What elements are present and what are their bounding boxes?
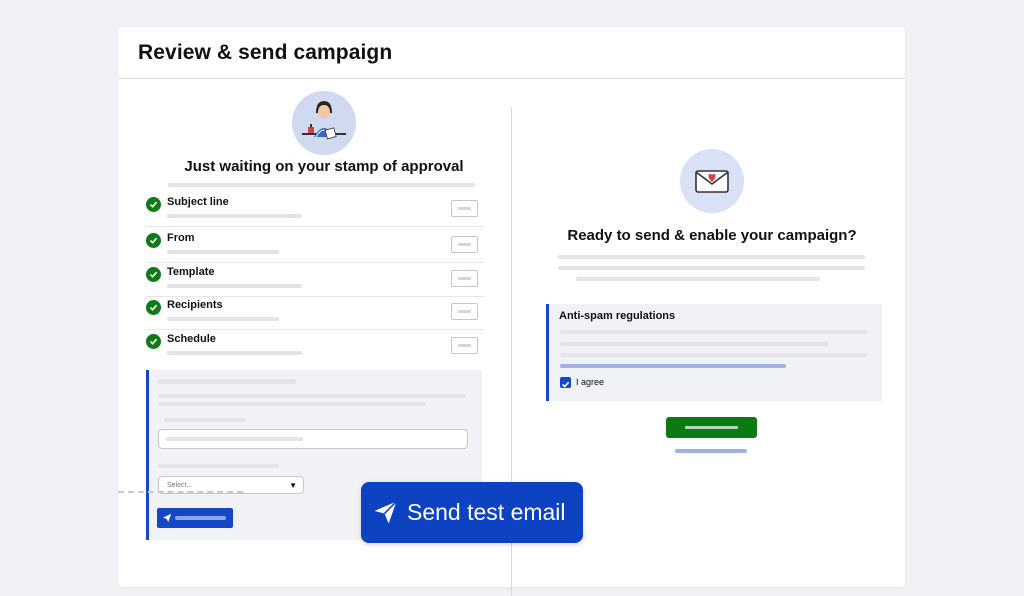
placeholder-line <box>560 342 828 346</box>
send-enable-button[interactable] <box>666 417 757 438</box>
send-test-email-label: Send test email <box>407 499 566 525</box>
envelope-heart-icon <box>680 149 744 213</box>
placeholder-line <box>576 277 820 281</box>
placeholder-line <box>558 255 865 259</box>
send-test-small-button[interactable] <box>157 508 233 528</box>
check-circle-icon <box>146 300 161 315</box>
checklist-row-from: From <box>146 229 484 263</box>
edit-button[interactable] <box>451 337 478 354</box>
edit-button[interactable] <box>451 236 478 253</box>
check-circle-icon <box>146 197 161 212</box>
send-test-email-button[interactable]: Send test email <box>361 482 583 543</box>
checklist-row-recipients: Recipients <box>146 296 484 330</box>
checklist-label: Subject line <box>167 196 229 208</box>
checklist-label: Recipients <box>167 299 223 311</box>
placeholder-line <box>560 353 867 357</box>
secondary-link[interactable] <box>675 449 747 453</box>
placeholder-line <box>167 214 302 218</box>
placeholder-line <box>164 418 246 422</box>
placeholder-line <box>158 379 296 384</box>
ready-heading: Ready to send & enable your campaign? <box>567 227 857 244</box>
approval-heading: Just waiting on your stamp of approval <box>184 158 464 175</box>
check-circle-icon <box>146 334 161 349</box>
agree-label: I agree <box>576 377 605 387</box>
edit-button[interactable] <box>451 303 478 320</box>
placeholder-line <box>158 402 426 406</box>
placeholder-line <box>167 250 279 254</box>
placeholder-line <box>175 516 226 520</box>
placeholder-line <box>167 284 302 288</box>
card-header: Review & send campaign <box>118 27 905 79</box>
placeholder-line <box>166 437 303 441</box>
test-email-input[interactable] <box>158 429 468 449</box>
checklist-row-subject: Subject line <box>146 193 484 227</box>
paper-plane-icon <box>162 513 172 523</box>
placeholder-line <box>158 464 279 468</box>
page-title: Review & send campaign <box>138 40 393 64</box>
avatar-illustration <box>292 91 356 155</box>
connector-dashed-line <box>118 491 243 493</box>
chevron-down-icon: ▼ <box>289 481 297 490</box>
placeholder-line <box>558 266 865 270</box>
check-circle-icon <box>146 267 161 282</box>
check-icon <box>561 381 570 388</box>
select-placeholder: Select... <box>167 482 193 489</box>
anti-spam-panel: Anti-spam regulations I agree <box>546 304 882 401</box>
placeholder-line <box>168 183 475 187</box>
placeholder-line <box>167 351 302 355</box>
edit-button[interactable] <box>451 270 478 287</box>
checklist-label: Template <box>167 266 215 278</box>
checklist-label: From <box>167 232 195 244</box>
edit-button[interactable] <box>451 200 478 217</box>
check-circle-icon <box>146 233 161 248</box>
anti-spam-title: Anti-spam regulations <box>559 310 676 322</box>
placeholder-line <box>158 394 466 398</box>
checklist-row-schedule: Schedule <box>146 330 484 363</box>
checklist-row-template: Template <box>146 263 484 297</box>
paper-plane-icon <box>373 500 398 525</box>
policy-link[interactable] <box>560 364 786 368</box>
checklist-label: Schedule <box>167 333 216 345</box>
agree-checkbox[interactable] <box>560 377 571 388</box>
placeholder-line <box>560 330 867 334</box>
placeholder-line <box>167 317 279 321</box>
